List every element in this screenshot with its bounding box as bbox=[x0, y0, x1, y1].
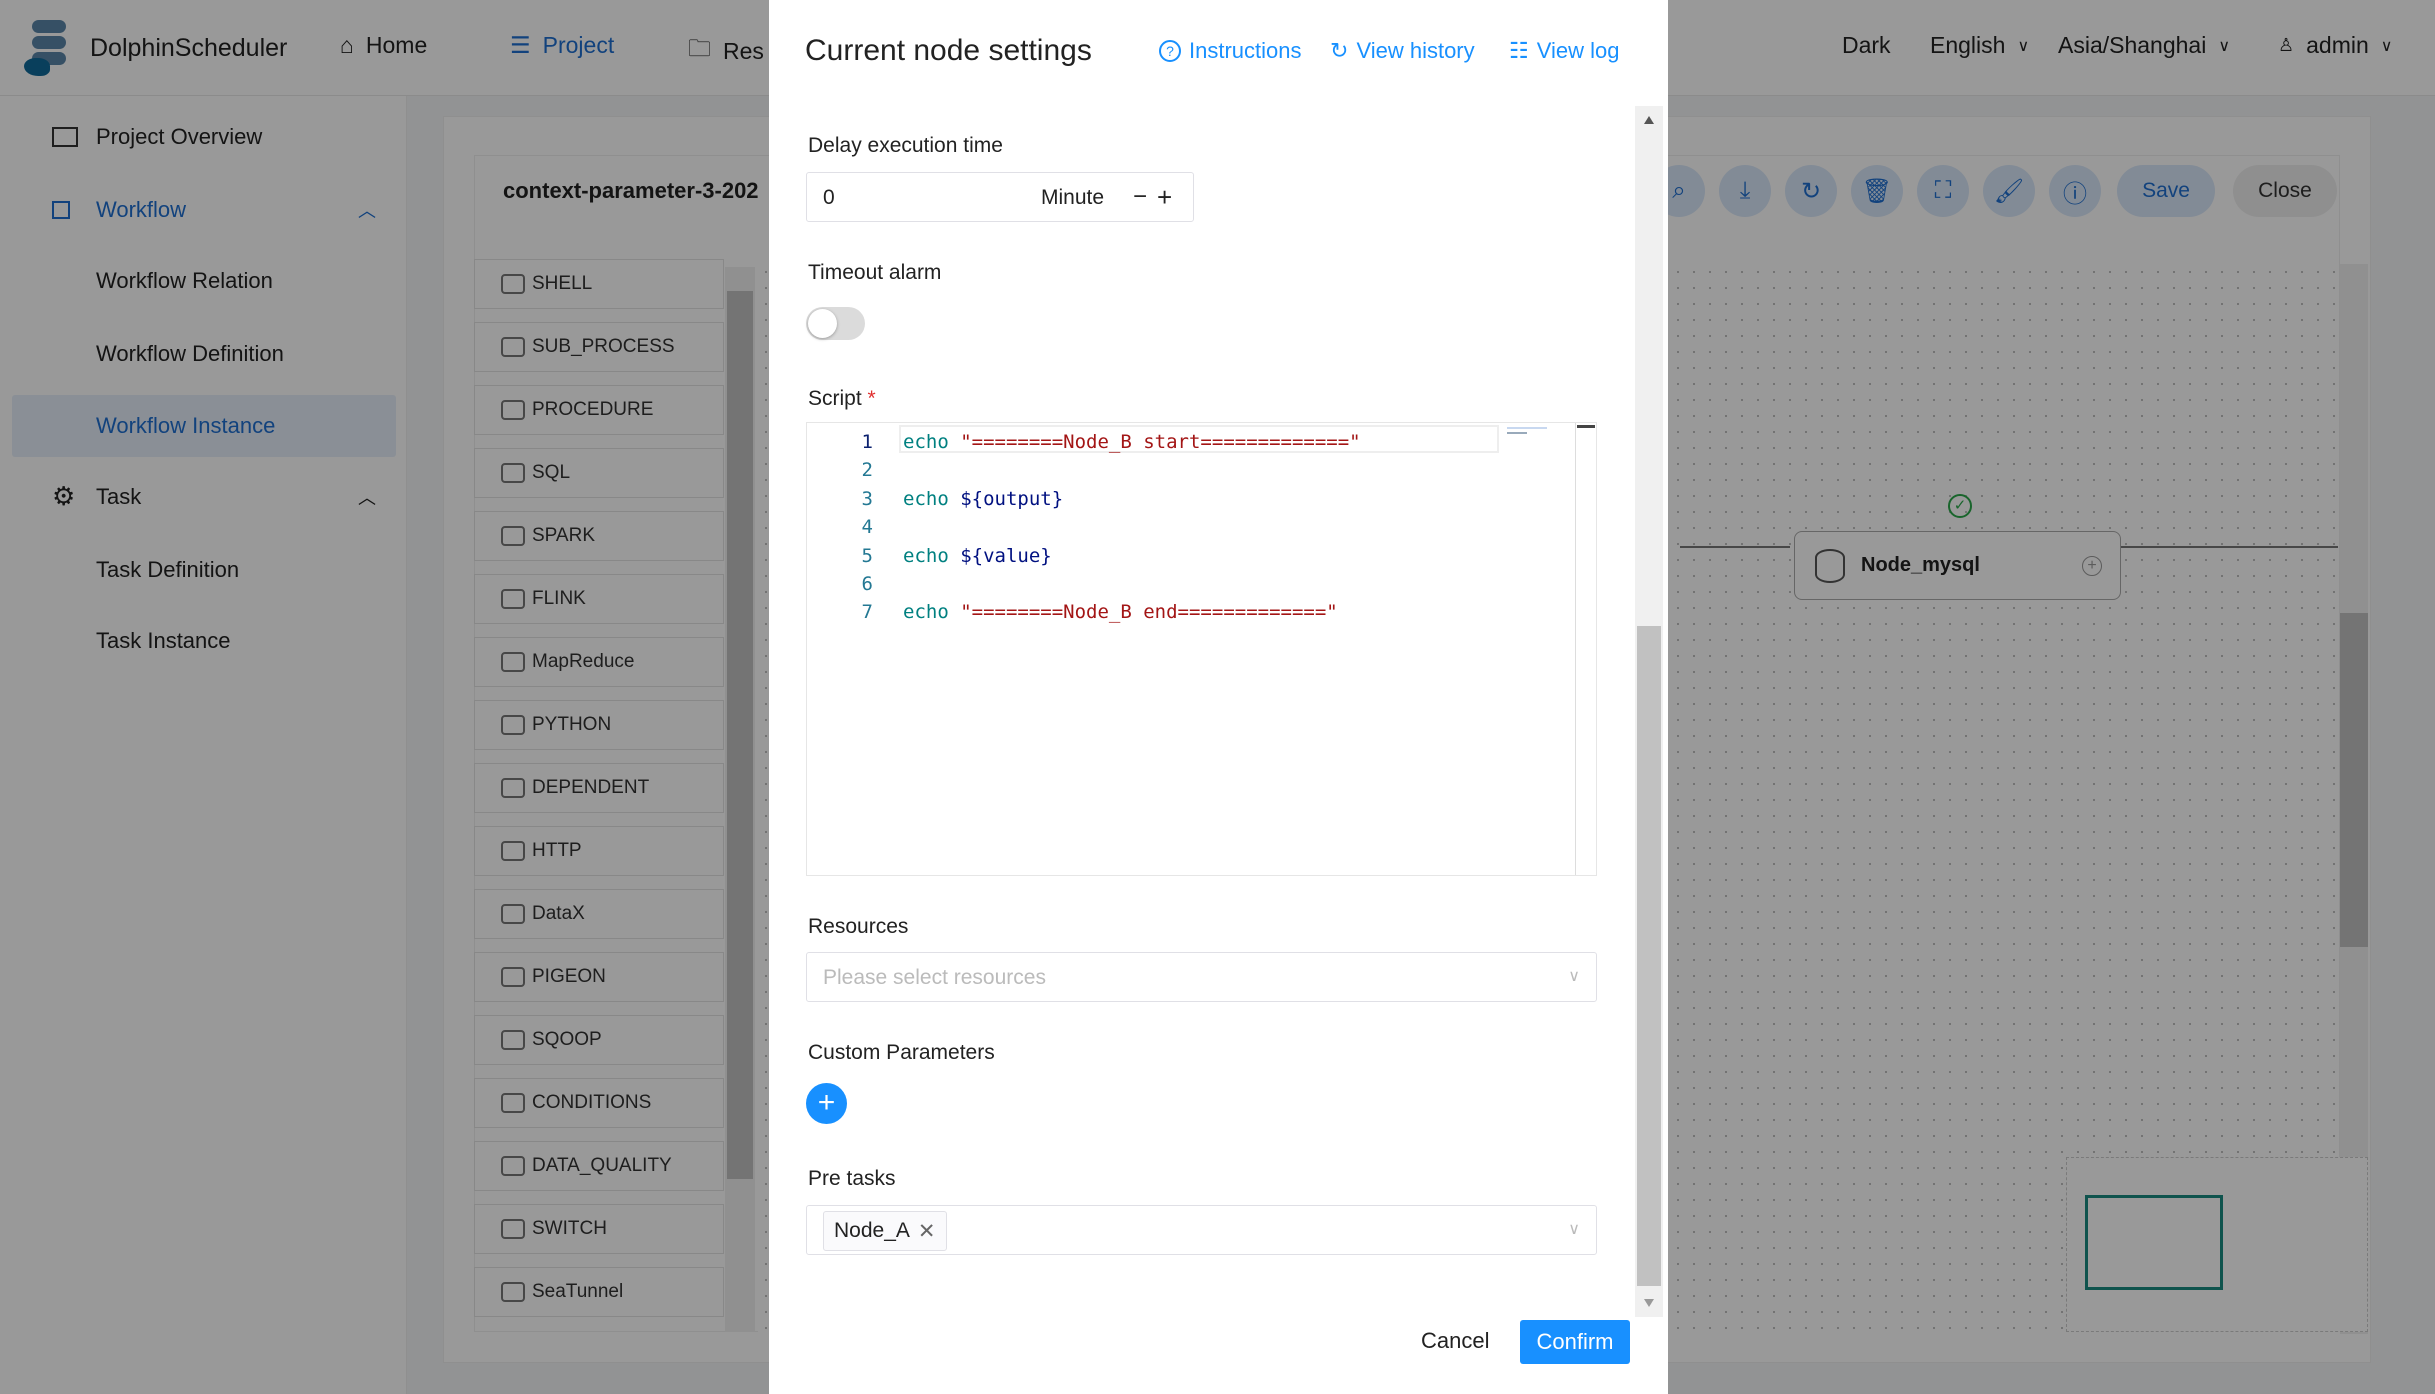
close-icon[interactable]: ✕ bbox=[918, 1219, 936, 1244]
editor-scrollbar[interactable] bbox=[1577, 425, 1595, 428]
code-line: echo ${output} bbox=[903, 487, 1064, 510]
line-number: 3 bbox=[861, 487, 873, 510]
pre-tasks-label: Pre tasks bbox=[808, 1167, 896, 1190]
delay-label: Delay execution time bbox=[808, 134, 1003, 157]
modal-title: Current node settings bbox=[805, 34, 1092, 67]
view-log-link[interactable]: ☷ View log bbox=[1509, 38, 1620, 64]
line-number: 7 bbox=[861, 601, 873, 624]
custom-params-label: Custom Parameters bbox=[808, 1041, 995, 1064]
resources-label: Resources bbox=[808, 915, 909, 938]
minus-button[interactable]: − bbox=[1133, 183, 1147, 211]
history-icon: ↻ bbox=[1330, 38, 1349, 63]
node-settings-modal: Current node settings ? Instructions ↻ Vie… bbox=[769, 0, 1668, 1394]
pre-task-tag: Node_A ✕ bbox=[823, 1211, 947, 1251]
chevron-down-icon: ∨ bbox=[1568, 968, 1580, 985]
modal-scrollbar[interactable] bbox=[1635, 106, 1663, 1317]
timeout-toggle[interactable] bbox=[806, 307, 865, 340]
instructions-link[interactable]: ? Instructions bbox=[1159, 38, 1302, 64]
editor-minimap bbox=[1507, 427, 1547, 439]
line-number: 6 bbox=[861, 573, 873, 595]
log-icon: ☷ bbox=[1509, 38, 1529, 63]
line-number: 1 bbox=[861, 431, 873, 453]
resources-select[interactable]: Please select resources ∨ bbox=[806, 952, 1597, 1002]
confirm-button[interactable]: Confirm bbox=[1520, 1320, 1630, 1364]
plus-button[interactable]: + bbox=[1157, 182, 1172, 213]
delay-input[interactable]: 0 Minute − + bbox=[806, 172, 1194, 222]
view-history-link[interactable]: ↻ View history bbox=[1330, 38, 1475, 64]
code-line: echo "========Node_B end=============" bbox=[903, 601, 1338, 624]
script-editor[interactable]: 1 echo "========Node_B start=============… bbox=[806, 422, 1597, 876]
question-circle-icon: ? bbox=[1159, 40, 1181, 62]
line-number: 2 bbox=[861, 459, 873, 482]
chevron-down-icon: ∨ bbox=[1568, 1221, 1580, 1238]
line-number: 5 bbox=[861, 544, 873, 567]
pre-tasks-select[interactable]: Node_A ✕ ∨ bbox=[806, 1205, 1597, 1255]
add-parameter-button[interactable]: + bbox=[806, 1083, 847, 1124]
script-label: Script * bbox=[808, 387, 876, 410]
timeout-label: Timeout alarm bbox=[808, 261, 942, 284]
line-number: 4 bbox=[861, 516, 873, 539]
cancel-button[interactable]: Cancel bbox=[1421, 1328, 1489, 1354]
code-line: echo ${value} bbox=[903, 544, 1052, 567]
code-line: echo "========Node_B start=============" bbox=[903, 431, 1361, 453]
